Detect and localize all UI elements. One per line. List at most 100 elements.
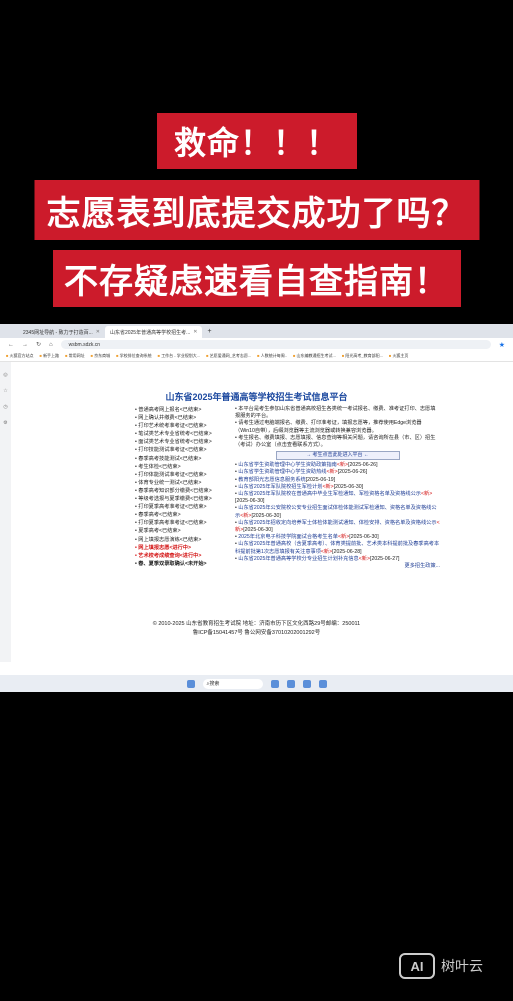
menu-item[interactable]: 打印夏季高考准考证<已结束> (135, 519, 235, 527)
taskbar-search[interactable]: ⌕ 搜索 (202, 678, 263, 689)
site-footer: © 2010-2025 山东省教育招生考试院 地址：济南市历下区文化西路29号邮… (0, 620, 513, 638)
menu-item[interactable]: 网上填报志愿<进行中> (135, 544, 235, 552)
bookmark-item[interactable]: 常用网址 (65, 353, 85, 359)
menu-item[interactable]: 打印体能测试准考证<已结束> (135, 471, 235, 479)
sidebar-icon[interactable]: ⚙ (0, 420, 11, 426)
taskbar-app-icon[interactable] (270, 679, 279, 688)
reload-icon[interactable]: ↻ (36, 341, 41, 348)
footer-copyright: © 2010-2025 山东省教育招生考试院 地址：济南市历下区文化西路29号邮… (152, 621, 361, 627)
forward-icon[interactable]: → (22, 342, 28, 348)
notice-item: 请考生通过电脑端报名、缴费、打印准考证，填报志愿等，推荐使用Edge浏览器（Wi… (235, 420, 440, 434)
news-item[interactable]: 山东省2025年军队院校招生军检计划<新>[2025-06-30] (235, 484, 440, 491)
back-icon[interactable]: ← (8, 342, 14, 348)
menu-item[interactable]: 笔试类艺术专业省统考<已结束> (135, 430, 235, 438)
news-date: [2025-06-28] (332, 548, 362, 555)
close-icon[interactable]: ✕ (96, 329, 100, 335)
new-badge: <新> (240, 512, 252, 519)
bookmark-item[interactable]: 火狐主页 (389, 353, 408, 359)
news-title: 山东省2025年军队院校招生军检计划 (238, 483, 323, 490)
news-date: [2025-06-30] (333, 483, 364, 490)
news-title: 2025年北京电子科技学院面试合格考生名单 (238, 534, 338, 541)
headline-banner-3: 不存疑虑速看自查指南！ (52, 250, 461, 307)
news-item[interactable]: 教育部阳光志愿信息服务系统[2025-06-19] (235, 477, 440, 484)
menu-item[interactable]: 面试类艺术专业省统考<已结束> (135, 438, 235, 446)
news-item[interactable]: 山东省2025年公安院校公安专业招生面试体检体能测试军检通知、资格名单及资格线公… (235, 505, 440, 519)
news-item[interactable]: 山东省2025年普通高校（含夏季高考）、体育类提前批、艺术类本科提前批及春季高考… (235, 541, 440, 555)
bookmark-item[interactable]: 人数统计每周.. (257, 353, 287, 359)
tab-sdzk[interactable]: 山东省2025年普通高等学校招生考... ✕ (104, 326, 203, 338)
news-date: [2025-06-30] (251, 512, 281, 519)
url-input[interactable]: wsbm.sdzk.cn (60, 340, 491, 349)
menu-item[interactable]: 打印艺术统考准考证<已结束> (135, 422, 235, 430)
news-date: [2025-06-30] (243, 527, 273, 534)
tab-bar: 2345网址导航 - 致力于打造百... ✕ 山东省2025年普通高等学校招生考… (0, 324, 513, 338)
sidebar-icon[interactable]: ◷ (0, 404, 11, 410)
menu-item[interactable]: 体育专业统一测试<已结束> (135, 479, 235, 487)
new-badge: <新> (358, 555, 370, 562)
bookmark-item[interactable]: 学校排位查询系统 (116, 353, 152, 359)
news-item[interactable]: 山东省学生资助管理中心学生资助热线<新>[2025-06-26] (235, 469, 440, 476)
taskbar-search-placeholder: 搜索 (209, 681, 220, 687)
news-title: 山东省学生资助管理中心学生资助政策指南 (238, 462, 337, 469)
menu-item[interactable]: 等级考选报与夏季缴费<已结束> (135, 495, 235, 503)
new-tab-button[interactable]: + (202, 326, 216, 338)
sidebar-icon[interactable]: ◎ (0, 372, 11, 378)
news-item[interactable]: 山东省2025年招收定向培养军士体检体能测试通知、体检安排、资格名单及资格线公示… (235, 520, 440, 534)
page-title: 山东省2025年普通高等学校招生考试信息平台 (165, 392, 348, 402)
news-date: [2025-06-26] (348, 462, 378, 469)
new-badge: <新> (322, 483, 334, 490)
footer-icp[interactable]: 鲁ICP备15041457号 鲁公网安备37010202001292号 (0, 629, 513, 638)
bookmark-item[interactable]: 京东商城 (91, 353, 110, 359)
taskbar-app-icon[interactable] (318, 679, 327, 688)
news-item[interactable]: 山东省2025年普通高等学校分专业招生计划补充信息<新>[2025-06-27] (235, 556, 440, 563)
notice-item: 本平台是考生参加山东省普通高校招生各类统一考试报名、缴费、准考证打印、志愿填报服… (235, 406, 440, 420)
more-link[interactable]: 更多招生政策... (235, 563, 440, 570)
bookmark-item[interactable]: 艺愿爱通网_艺考志愿... (206, 353, 252, 359)
windows-start-icon[interactable] (186, 679, 195, 688)
menu-item[interactable]: 打印技能测试准考证<已结束> (135, 446, 235, 454)
news-date: [2025-06-27] (370, 555, 400, 562)
menu-item[interactable]: 春季高考知识部分缴费<已结束> (135, 487, 235, 495)
taskbar-app-icon[interactable] (302, 679, 311, 688)
star-icon[interactable]: ★ (499, 341, 505, 349)
menu-item[interactable]: 网上填报志愿演练<已结束> (135, 536, 235, 544)
news-date: [2025-06-19] (305, 476, 336, 483)
news-item[interactable]: 山东省2025年军队院校在普通高中毕业生军检通知、军检资格名单及资格线公示<新>… (235, 491, 440, 505)
tab-label: 2345网址导航 - 致力于打造百... (23, 329, 93, 336)
browser-sidebar: ◎ ☆ ◷ ⚙ (0, 362, 11, 662)
menu-item[interactable]: 春季高考技能测试<已结束> (135, 455, 235, 463)
menu-item[interactable]: 网上确认并缴费<已结束> (135, 414, 235, 422)
menu-item[interactable]: 春季高考<已结束> (135, 511, 235, 519)
news-date: [2025-06-30] (235, 498, 265, 505)
bookmarks-bar: 火狐官方站点 新手上路 常用网址 京东商城 学校排位查询系统 工作台 - 学业规… (0, 351, 513, 362)
watermark-text: 树叶云 (441, 959, 483, 975)
news-title: 山东省学生资助管理中心学生资助热线 (238, 469, 327, 476)
bookmark-item[interactable]: 工作台 - 学业规划大... (158, 353, 200, 359)
home-icon[interactable]: ⌂ (49, 342, 53, 348)
menu-item[interactable]: 普通高考网上报名<已结束> (135, 406, 235, 414)
news-title: 教育部阳光志愿信息服务系统 (238, 476, 306, 483)
bookmark-item[interactable]: 新手上路 (40, 353, 59, 359)
tab-2345[interactable]: 2345网址导航 - 致力于打造百... ✕ (18, 326, 105, 338)
menu-item[interactable]: 春、夏季双录取确认<未开始> (135, 560, 235, 568)
news-title: 山东省2025年普通高等学校分专业招生计划补充信息 (238, 555, 359, 562)
news-date: [2025-06-26] (337, 469, 368, 476)
menu-item[interactable]: 艺术校考成绩查询<进行中> (135, 552, 235, 560)
taskbar: ⌕ 搜索 (0, 675, 513, 692)
menu-item[interactable]: 考生体检<已结束> (135, 463, 235, 471)
bookmark-item[interactable]: 阳光高考_教育部阳... (342, 353, 383, 359)
new-badge: <新> (336, 462, 349, 469)
taskbar-app-icon[interactable] (286, 679, 295, 688)
new-badge: <新> (421, 491, 433, 498)
enter-platform-button[interactable]: → 考生点击此处进入平台 ← (275, 451, 400, 461)
new-badge: <新> (338, 534, 350, 541)
watermark-logo: AI (399, 953, 435, 979)
menu-item[interactable]: 夏季高考<已结束> (135, 527, 235, 535)
bookmark-item[interactable]: 山东编教通招生考试... (293, 353, 335, 359)
new-badge: <新> (320, 548, 333, 555)
menu-item[interactable]: 打印夏季高考准考证<已结束> (135, 503, 235, 511)
bookmark-item[interactable]: 火狐官方站点 (6, 353, 34, 359)
watermark: AI 树叶云 (399, 953, 483, 979)
close-icon[interactable]: ✕ (193, 329, 197, 335)
headline-banner-2: 志愿表到底提交成功了吗？ (34, 180, 479, 240)
